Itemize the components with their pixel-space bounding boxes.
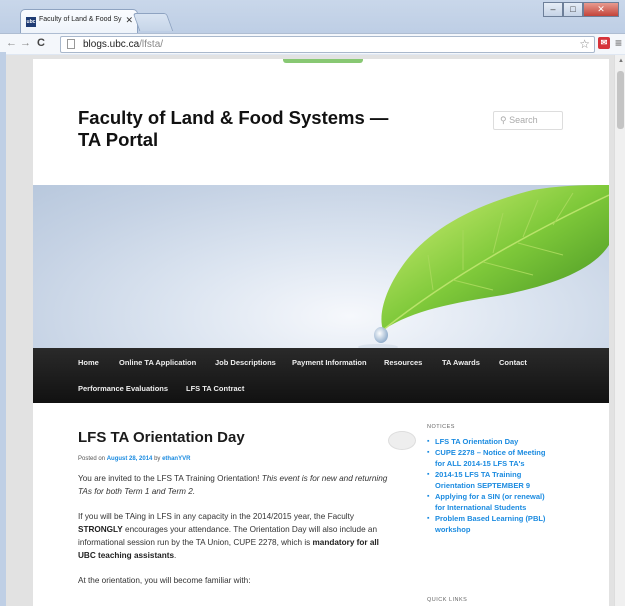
notice-item[interactable]: Problem Based Learning (PBL) workshop (427, 513, 547, 535)
post-date-link[interactable]: August 28, 2014 (107, 456, 153, 462)
notice-item[interactable]: LFS TA Orientation Day (427, 436, 547, 447)
ubc-favicon-icon: ubc (26, 17, 36, 27)
nav-item-lfs-ta-contract[interactable]: LFS TA Contract (186, 384, 244, 393)
paragraph-intro: You are invited to the LFS TA Training O… (78, 472, 388, 498)
loading-indicator (283, 59, 363, 63)
nav-item-ta-awards[interactable]: TA Awards (442, 358, 480, 367)
nav-item-performance-evaluations[interactable]: Performance Evaluations (78, 384, 168, 393)
page-container: Faculty of Land & Food Systems — TA Port… (33, 59, 609, 606)
address-bar[interactable]: blogs.ubc.ca/lfsta/ ☆ (60, 36, 595, 53)
close-window-button[interactable]: ✕ (583, 2, 619, 17)
extension-icon[interactable]: ✉ (598, 37, 610, 49)
tab-title: Faculty of Land & Food Sy (39, 16, 122, 23)
attendance-strongly: STRONGLY (78, 525, 123, 534)
comment-bubble-icon[interactable] (388, 431, 416, 450)
attendance-text-3: . (174, 551, 177, 560)
vertical-scrollbar[interactable]: ▲ (614, 55, 625, 606)
post-title[interactable]: LFS TA Orientation Day (78, 429, 388, 446)
bookmark-star-icon[interactable]: ☆ (579, 37, 590, 51)
paragraph-familiar: At the orientation, you will become fami… (78, 576, 251, 585)
scroll-up-icon[interactable]: ▲ (618, 58, 624, 64)
site-title[interactable]: Faculty of Land & Food Systems — TA Port… (78, 107, 408, 151)
sidebar-notices: NOTICES LFS TA Orientation Day CUPE 2278… (427, 424, 547, 535)
post-author-link[interactable]: ethanYVR (162, 456, 190, 462)
main-navigation: Home Online TA Application Job Descripti… (33, 348, 609, 403)
forward-icon[interactable]: → (20, 37, 31, 49)
reload-icon[interactable]: C (37, 37, 45, 49)
meta-by: by (154, 456, 161, 462)
page-icon (67, 39, 75, 49)
new-tab-button[interactable] (132, 13, 174, 31)
browser-tab[interactable]: ubc Faculty of Land & Food Sy ✕ (20, 9, 138, 33)
post-meta: Posted on August 28, 2014 by ethanYVR (78, 456, 388, 462)
minimize-button[interactable]: – (543, 2, 563, 17)
menu-icon[interactable]: ≡ (615, 36, 622, 50)
notice-item[interactable]: 2014-15 LFS TA Training Orientation SEPT… (427, 469, 547, 491)
browser-toolbar: ← → C blogs.ubc.ca/lfsta/ ☆ (0, 33, 625, 54)
notice-item[interactable]: Applying for a SIN (or renewal) for Inte… (427, 491, 547, 513)
paragraph-attendance: If you will be TAing in LFS in any capac… (78, 510, 388, 562)
page-viewport: Faculty of Land & Food Systems — TA Port… (6, 55, 616, 606)
notices-heading: NOTICES (427, 424, 455, 430)
close-tab-icon[interactable]: ✕ (125, 15, 133, 26)
notices-list: LFS TA Orientation Day CUPE 2278 – Notic… (427, 436, 547, 535)
back-icon[interactable]: ← (6, 37, 17, 49)
url-path: /lfsta/ (139, 39, 164, 50)
post-content: LFS TA Orientation Day Posted on August … (78, 429, 388, 587)
nav-item-home[interactable]: Home (78, 358, 99, 367)
nav-item-payment-information[interactable]: Payment Information (292, 358, 367, 367)
intro-text: You are invited to the LFS TA Training O… (78, 474, 262, 483)
nav-item-contact[interactable]: Contact (499, 358, 527, 367)
quick-links-heading: QUICK LINKS (427, 597, 468, 603)
nav-item-job-descriptions[interactable]: Job Descriptions (215, 358, 276, 367)
window-controls: – □ ✕ (543, 2, 619, 17)
attendance-text-1: If you will be TAing in LFS in any capac… (78, 512, 354, 521)
nav-item-resources[interactable]: Resources (384, 358, 422, 367)
scrollbar-thumb[interactable] (617, 71, 624, 129)
search-input[interactable]: ⚲ Search (493, 111, 563, 130)
meta-prefix: Posted on (78, 456, 106, 462)
url-host: blogs.ubc.ca (83, 39, 140, 50)
search-placeholder: Search (509, 115, 538, 125)
nav-item-online-ta-application[interactable]: Online TA Application (119, 358, 196, 367)
leaf-image (358, 185, 609, 349)
maximize-button[interactable]: □ (563, 2, 583, 17)
notice-item[interactable]: CUPE 2278 – Notice of Meeting for ALL 20… (427, 447, 547, 469)
header-image (33, 185, 609, 349)
